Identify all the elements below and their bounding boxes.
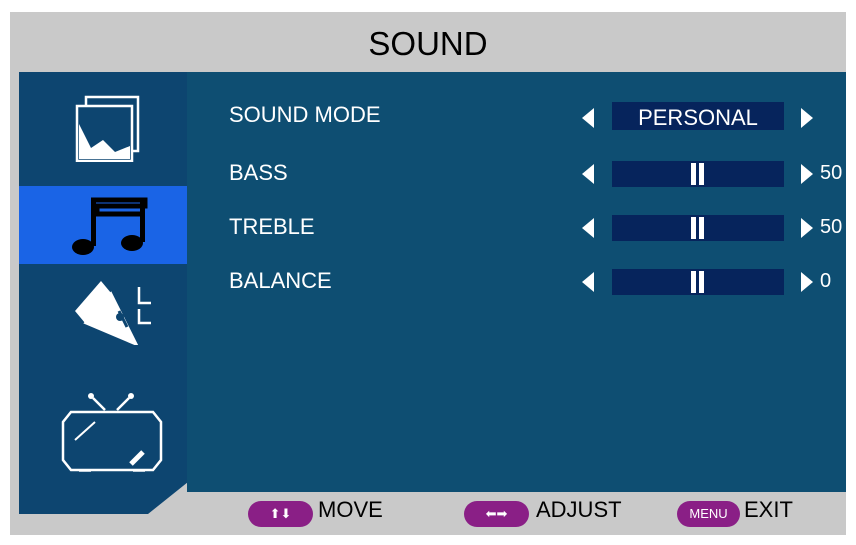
balance-slider-thumb-mark	[699, 271, 704, 293]
move-key-pill: ⬆⬇	[248, 501, 313, 527]
treble-value: 50	[820, 216, 843, 238]
sound-mode-left-arrow[interactable]	[582, 108, 594, 128]
bass-slider-thumb-mark	[699, 163, 704, 185]
sidebar-item-setup[interactable]	[19, 267, 189, 345]
bass-right-arrow[interactable]	[801, 164, 813, 184]
exit-key-pill: MENU	[677, 501, 740, 527]
sound-mode-value[interactable]: PERSONAL	[612, 102, 784, 130]
sidebar-item-picture[interactable]	[19, 84, 189, 162]
sound-mode-right-arrow[interactable]	[801, 108, 813, 128]
tv-icon	[61, 393, 163, 472]
move-hint-label: MOVE	[318, 497, 383, 522]
balance-right-arrow[interactable]	[801, 272, 813, 292]
pen-icon	[75, 281, 151, 345]
balance-left-arrow[interactable]	[582, 272, 594, 292]
balance-value: 0	[820, 270, 832, 292]
treble-right-arrow[interactable]	[801, 218, 813, 238]
sound-menu: SOUND SOUND MODE PERSONAL BASS 50 TREBLE…	[10, 12, 846, 535]
bass-label: BASS	[229, 160, 288, 185]
picture-icon	[75, 95, 140, 162]
category-sidebar	[19, 72, 189, 514]
footer-hints: ⬆⬇ MOVE ⬅➡ ADJUST MENU EXIT	[187, 492, 846, 535]
music-note-icon	[72, 197, 148, 255]
treble-left-arrow[interactable]	[582, 218, 594, 238]
exit-hint-label: EXIT	[744, 497, 793, 522]
balance-slider[interactable]	[612, 269, 784, 295]
settings-panel: SOUND MODE PERSONAL BASS 50 TREBLE 50 BA…	[187, 72, 846, 492]
treble-slider-thumb-mark	[699, 217, 704, 239]
menu-title: SOUND	[368, 25, 488, 62]
bass-slider[interactable]	[612, 161, 784, 187]
balance-slider-thumb[interactable]	[691, 271, 696, 293]
sidebar-item-tv[interactable]	[19, 382, 189, 472]
sound-mode-label: SOUND MODE	[229, 102, 381, 127]
treble-slider-thumb[interactable]	[691, 217, 696, 239]
treble-slider[interactable]	[612, 215, 784, 241]
treble-label: TREBLE	[229, 214, 315, 239]
sidebar-item-sound[interactable]	[19, 186, 189, 264]
bass-slider-thumb[interactable]	[691, 163, 696, 185]
bass-value: 50	[820, 162, 843, 184]
adjust-key-pill: ⬅➡	[464, 501, 529, 527]
balance-label: BALANCE	[229, 268, 332, 293]
bass-left-arrow[interactable]	[582, 164, 594, 184]
adjust-hint-label: ADJUST	[536, 497, 622, 522]
